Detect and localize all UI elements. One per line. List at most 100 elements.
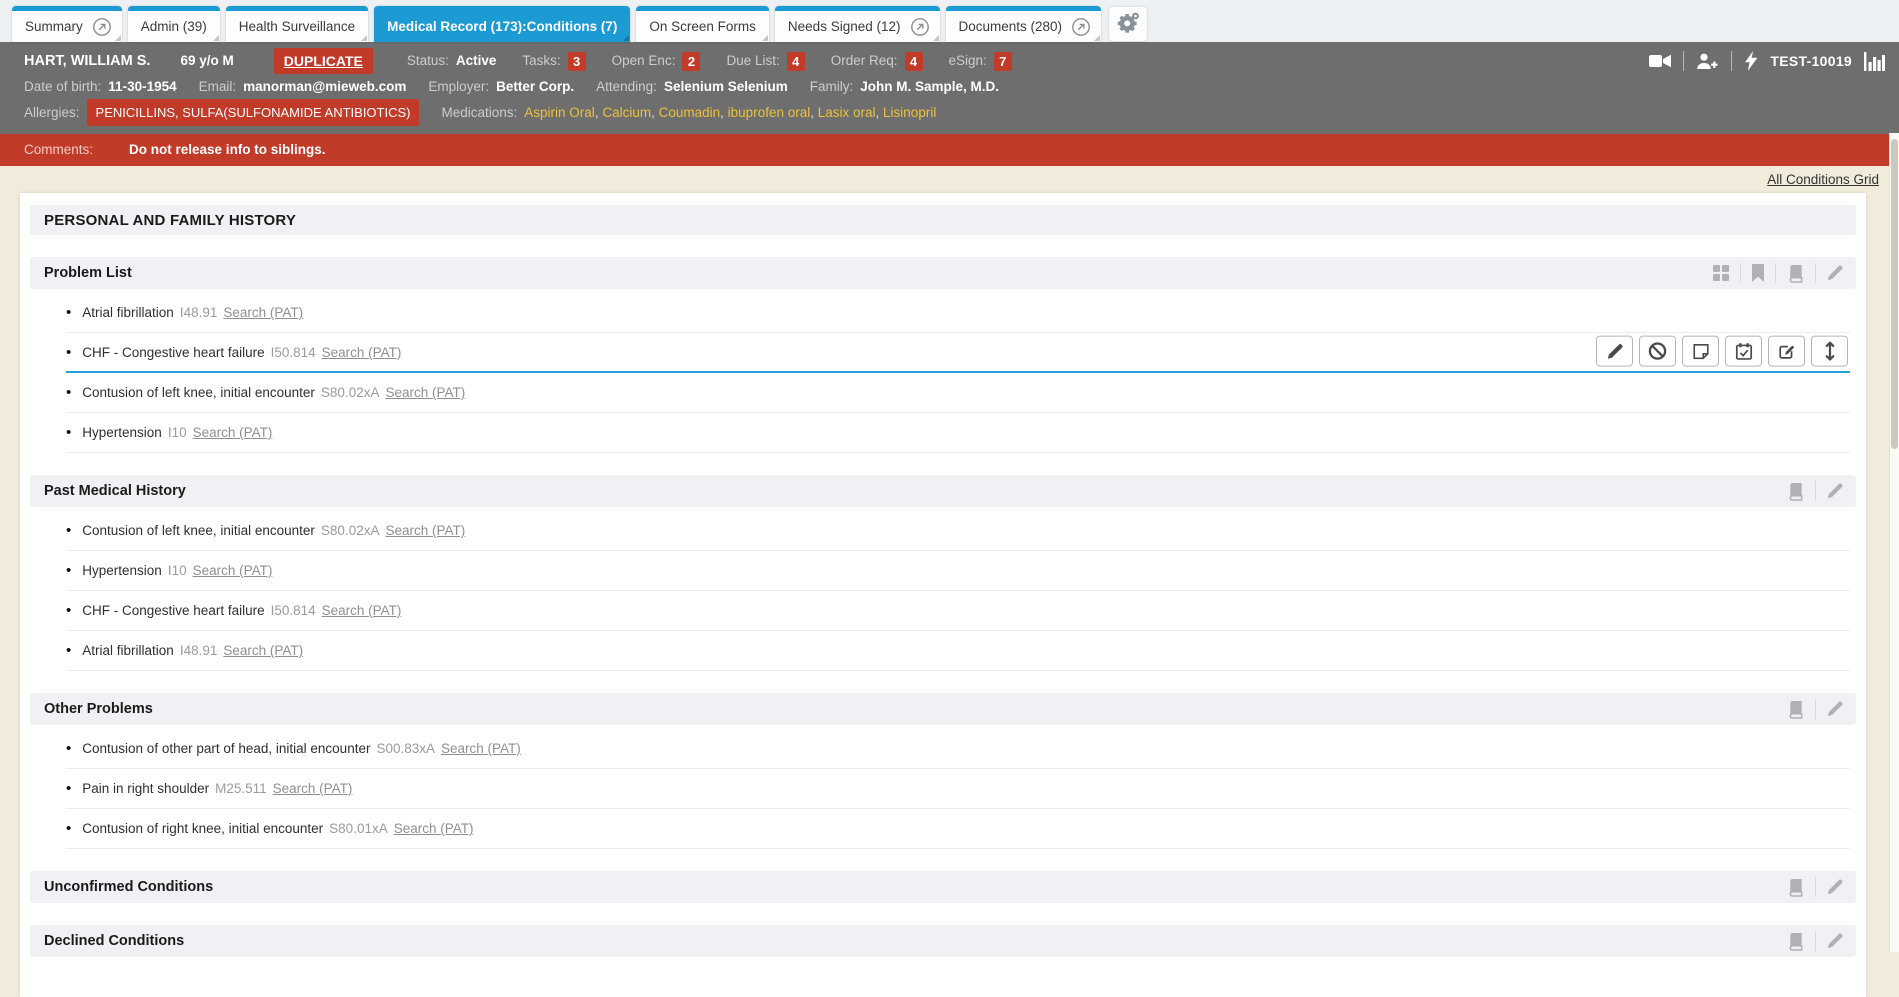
book-icon[interactable] [1776, 877, 1815, 897]
add-note-button[interactable] [1682, 336, 1719, 367]
search-pat-link[interactable]: Search (PAT) [394, 821, 474, 836]
add-user-icon[interactable] [1696, 52, 1719, 71]
condition-row[interactable]: •Contusion of left knee, initial encount… [66, 373, 1850, 413]
counter-badge[interactable]: 7 [994, 52, 1012, 71]
condition-row[interactable]: •HypertensionI10Search (PAT) [66, 551, 1850, 591]
lightning-icon[interactable] [1744, 51, 1758, 71]
search-pat-link[interactable]: Search (PAT) [193, 425, 273, 440]
tab-documents-280[interactable]: Documents (280) [946, 6, 1102, 42]
note-icon [1692, 342, 1710, 360]
bar-chart-icon[interactable] [1864, 52, 1885, 71]
condition-name: Contusion of other part of head, initial… [82, 741, 370, 756]
condition-name: Hypertension [82, 563, 162, 578]
bullet: • [66, 603, 71, 618]
scrollbar-thumb[interactable] [1891, 139, 1898, 449]
book-icon[interactable] [1776, 931, 1815, 951]
condition-row[interactable]: •CHF - Congestive heart failureI50.814Se… [66, 591, 1850, 631]
medication-link-ibuprofen-oral[interactable]: ibuprofen oral [728, 105, 811, 120]
compose-icon [1777, 342, 1796, 360]
medication-link-aspirin-oral[interactable]: Aspirin Oral [524, 105, 595, 120]
tab-health-surveillance[interactable]: Health Surveillance [226, 6, 368, 42]
medication-link-coumadin[interactable]: Coumadin [659, 105, 721, 120]
tab-admin-39[interactable]: Admin (39) [128, 6, 220, 42]
tab-summary[interactable]: Summary [12, 6, 122, 42]
search-pat-link[interactable]: Search (PAT) [223, 643, 303, 658]
condition-row[interactable]: •Contusion of other part of head, initia… [66, 729, 1850, 769]
video-camera-icon[interactable] [1649, 53, 1671, 69]
allergies-label: Allergies: [24, 101, 80, 124]
bookmark-icon[interactable] [1740, 263, 1775, 283]
search-pat-link[interactable]: Search (PAT) [223, 305, 303, 320]
pencil-icon[interactable] [1815, 877, 1854, 897]
pencil-icon[interactable] [1815, 699, 1854, 719]
settings-button[interactable] [1109, 7, 1147, 41]
search-pat-link[interactable]: Search (PAT) [322, 603, 402, 618]
external-link-icon[interactable] [1071, 17, 1091, 37]
pencil-icon[interactable] [1815, 931, 1854, 951]
vertical-scrollbar[interactable] [1889, 133, 1899, 952]
medication-link-lisinopril[interactable]: Lisinopril [883, 105, 936, 120]
bullet: • [66, 821, 71, 836]
allergy-chip[interactable]: PENICILLINS, SULFA(SULFONAMIDE ANTIBIOTI… [87, 99, 420, 126]
counter-badge[interactable]: 4 [905, 52, 923, 71]
counter-badge[interactable]: 4 [787, 52, 805, 71]
book-icon[interactable] [1776, 699, 1815, 719]
medication-link-lasix-oral[interactable]: Lasix oral [818, 105, 876, 120]
header-icon-group: TEST-10019 [1649, 49, 1885, 73]
condition-name: CHF - Congestive heart failure [82, 603, 264, 618]
condition-row[interactable]: •CHF - Congestive heart failureI50.814Se… [66, 333, 1850, 373]
external-link-icon[interactable] [92, 17, 112, 37]
edit-condition-button[interactable] [1596, 336, 1633, 367]
condition-name: Atrial fibrillation [82, 643, 174, 658]
annotate-button[interactable] [1768, 336, 1805, 367]
tab-label: Needs Signed (12) [788, 19, 901, 34]
search-pat-link[interactable]: Search (PAT) [385, 385, 465, 400]
demographic-email: Email:manorman@mieweb.com [199, 75, 407, 98]
pencil-icon[interactable] [1815, 263, 1854, 283]
duplicate-flag[interactable]: DUPLICATE [274, 48, 373, 74]
condition-row[interactable]: •Contusion of left knee, initial encount… [66, 511, 1850, 551]
condition-name: Atrial fibrillation [82, 305, 174, 320]
section-icon-group [1776, 693, 1854, 725]
content-panel: PERSONAL AND FAMILY HISTORY Problem List… [20, 193, 1866, 997]
section-title: Declined Conditions [44, 933, 184, 949]
section-icon-group [1776, 871, 1854, 903]
condition-row[interactable]: •Pain in right shoulderM25.511Search (PA… [66, 769, 1850, 809]
condition-row[interactable]: •Contusion of right knee, initial encoun… [66, 809, 1850, 849]
medication-link-calcium[interactable]: Calcium [602, 105, 651, 120]
search-pat-link[interactable]: Search (PAT) [193, 563, 273, 578]
condition-code: S80.02xA [321, 385, 380, 400]
condition-row[interactable]: •Atrial fibrillationI48.91Search (PAT) [66, 293, 1850, 333]
external-link-icon[interactable] [910, 17, 930, 37]
all-conditions-grid-link[interactable]: All Conditions Grid [1767, 172, 1879, 187]
section-icon-group [1702, 257, 1854, 289]
reorder-button[interactable] [1811, 336, 1848, 367]
pencil-icon[interactable] [1815, 481, 1854, 501]
search-pat-link[interactable]: Search (PAT) [441, 741, 521, 756]
condition-name: Hypertension [82, 425, 162, 440]
bullet: • [66, 643, 71, 658]
book-icon[interactable] [1776, 481, 1815, 501]
condition-row[interactable]: •Atrial fibrillationI48.91Search (PAT) [66, 631, 1850, 671]
grid-icon[interactable] [1702, 263, 1740, 283]
tab-medical-record-173-conditions-7[interactable]: Medical Record (173):Conditions (7) [374, 6, 630, 42]
counter-badge[interactable]: 3 [568, 52, 586, 71]
condition-name: Pain in right shoulder [82, 781, 209, 796]
tab-label: Summary [25, 19, 83, 34]
section-header-problem-list: Problem List [30, 257, 1856, 289]
resize-vertical-icon [1824, 341, 1836, 362]
search-pat-link[interactable]: Search (PAT) [273, 781, 353, 796]
tab-needs-signed-12[interactable]: Needs Signed (12) [775, 6, 940, 42]
inactivate-condition-button[interactable] [1639, 336, 1676, 367]
patient-id: TEST-10019 [1770, 49, 1852, 73]
schedule-button[interactable] [1725, 336, 1762, 367]
search-pat-link[interactable]: Search (PAT) [322, 345, 402, 360]
tab-on-screen-forms[interactable]: On Screen Forms [636, 6, 769, 42]
condition-row[interactable]: •HypertensionI10Search (PAT) [66, 413, 1850, 453]
counter-badge[interactable]: 2 [682, 52, 700, 71]
tab-bar: Summary Admin (39)Health SurveillanceMedi… [0, 0, 1899, 42]
section-header-unconfirmed-conditions: Unconfirmed Conditions [30, 871, 1856, 903]
book-icon[interactable] [1775, 263, 1815, 283]
search-pat-link[interactable]: Search (PAT) [385, 523, 465, 538]
medication-separator: , [810, 105, 818, 120]
